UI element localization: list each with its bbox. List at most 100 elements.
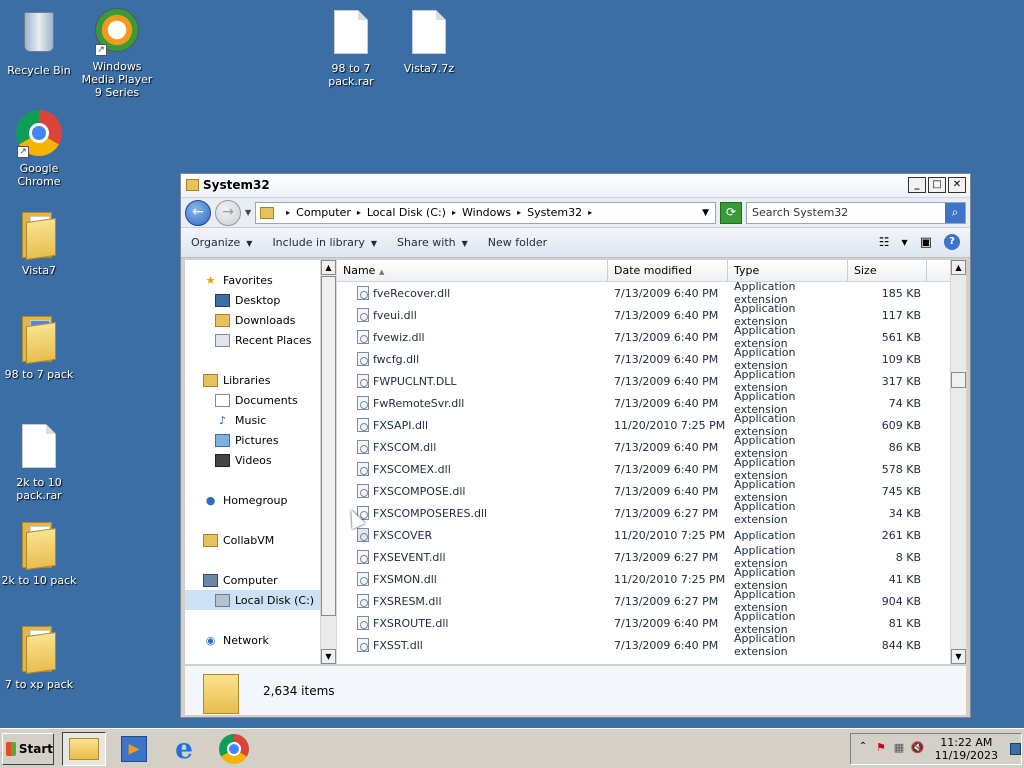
chevron-down-icon[interactable]: ▼	[902, 238, 908, 247]
file-row[interactable]: FWPUCLNT.DLL 7/13/2009 6:40 PM Application…	[337, 368, 966, 394]
scroll-up-icon[interactable]: ▲	[321, 260, 336, 275]
nav-recent-places[interactable]: Recent Places	[185, 330, 336, 350]
action-center-flag-icon[interactable]: ⚑	[875, 741, 887, 757]
chevron-right-icon[interactable]: ▸	[517, 208, 521, 217]
column-size[interactable]: Size	[848, 260, 927, 281]
nav-libraries[interactable]: Libraries	[185, 370, 336, 390]
clock[interactable]: 11:22 AM 11/19/2023	[935, 736, 998, 762]
music-icon: ♪	[218, 413, 227, 427]
nav-music[interactable]: ♪ Music	[185, 410, 336, 430]
file-row[interactable]: fveRecover.dll 7/13/2009 6:40 PM Applicati…	[337, 280, 966, 306]
taskbar-chrome-button[interactable]	[212, 732, 256, 766]
column-type[interactable]: Type	[728, 260, 848, 281]
chevron-right-icon[interactable]: ▸	[357, 208, 361, 217]
nav-homegroup[interactable]: ● Homegroup	[185, 490, 336, 510]
file-row[interactable]: FXSCOMEX.dll 7/13/2009 6:40 PM Application…	[337, 456, 966, 482]
desktop-icon-vista7-folder[interactable]: Vista7	[0, 212, 78, 277]
file-row[interactable]: FXSCOMPOSERES.dll 7/13/2009 6:27 PM Applic…	[337, 500, 966, 526]
scroll-thumb[interactable]	[321, 276, 336, 616]
breadcrumb-computer[interactable]: Computer	[296, 206, 351, 219]
file-row[interactable]: FXSCOM.dll 7/13/2009 6:40 PM Application e…	[337, 434, 966, 460]
desktop-icon-98-to-7-rar[interactable]: 98 to 7 pack.rar	[312, 10, 390, 88]
show-desktop-button[interactable]	[1010, 743, 1021, 755]
close-button[interactable]: ✕	[948, 177, 966, 193]
desktop-icon-recycle-bin[interactable]: Recycle Bin	[0, 8, 78, 77]
scroll-down-icon[interactable]: ▼	[951, 649, 966, 664]
breadcrumb-system32[interactable]: System32	[527, 206, 582, 219]
search-icon[interactable]: ⌕	[945, 202, 965, 223]
volume-muted-icon[interactable]: 🔇	[911, 741, 925, 757]
share-with-button[interactable]: Share with ▼	[397, 236, 468, 249]
network-status-icon[interactable]: ▦	[893, 741, 905, 757]
nav-downloads[interactable]: Downloads	[185, 310, 336, 330]
nav-collabvm[interactable]: CollabVM	[185, 530, 336, 550]
file-row[interactable]: FXSRESM.dll 7/13/2009 6:27 PM Application …	[337, 588, 966, 614]
forward-button[interactable]: →	[215, 199, 241, 226]
show-hidden-icons-icon[interactable]: ⌃	[857, 741, 869, 757]
file-list-pane: Name ▲ Date modified Type Size fveRecove…	[337, 260, 966, 664]
nav-desktop[interactable]: Desktop	[185, 290, 336, 310]
nav-videos[interactable]: Videos	[185, 450, 336, 470]
column-date-modified[interactable]: Date modified	[608, 260, 728, 281]
breadcrumb-windows[interactable]: Windows	[462, 206, 511, 219]
scroll-up-icon[interactable]: ▲	[951, 260, 966, 275]
desktop-icon-2k-to-10-rar[interactable]: 2k to 10 pack.rar	[0, 424, 78, 502]
list-scrollbar[interactable]: ▲ ▼	[950, 260, 966, 664]
file-row[interactable]: FXSMON.dll 11/20/2010 7:25 PM Application …	[337, 566, 966, 592]
file-row[interactable]: FXSCOVER 11/20/2010 7:25 PM Application 261…	[337, 524, 966, 546]
desktop-icon-2k-to-10-folder[interactable]: 2k to 10 pack	[0, 522, 78, 587]
taskbar-internet-explorer-button[interactable]: e	[162, 732, 206, 766]
scroll-down-icon[interactable]: ▼	[321, 649, 336, 664]
desktop-icon-98-to-7-folder[interactable]: 98 to 7 pack	[0, 316, 78, 381]
file-row[interactable]: fvewiz.dll 7/13/2009 6:40 PM Application e…	[337, 324, 966, 350]
desktop-icon-google-chrome[interactable]: ↗ Google Chrome	[0, 110, 78, 188]
organize-button[interactable]: Organize ▼	[191, 236, 252, 249]
view-options-icon[interactable]: ☷	[879, 235, 890, 249]
breadcrumb[interactable]: ▸ Computer ▸ Local Disk (C:) ▸ Windows ▸…	[255, 201, 716, 224]
taskbar-explorer-button[interactable]	[62, 731, 106, 766]
search-input[interactable]: Search System32 ⌕	[746, 201, 966, 224]
breadcrumb-local-disk[interactable]: Local Disk (C:)	[367, 206, 446, 219]
nav-documents[interactable]: Documents	[185, 390, 336, 410]
chevron-right-icon[interactable]: ▸	[452, 208, 456, 217]
start-button[interactable]: Start	[2, 732, 54, 765]
desktop-icon-windows-media-player[interactable]: ↗ Windows Media Player 9 Series	[78, 8, 156, 99]
file-row[interactable]: FXSST.dll 7/13/2009 6:40 PM Application ex…	[337, 632, 966, 658]
file-row[interactable]: FXSAPI.dll 11/20/2010 7:25 PM Application …	[337, 412, 966, 438]
include-in-library-button[interactable]: Include in library ▼	[272, 236, 377, 249]
scroll-thumb[interactable]	[951, 372, 966, 388]
file-size: 86 KB	[888, 440, 921, 454]
address-dropdown-icon[interactable]: ▼	[702, 208, 709, 218]
preview-pane-icon[interactable]: ▣	[920, 235, 932, 250]
back-button[interactable]: ←	[185, 199, 211, 226]
help-icon[interactable]: ?	[944, 234, 960, 250]
nav-label: Music	[235, 413, 267, 427]
nav-network[interactable]: ◉ Network	[185, 630, 336, 650]
nav-favorites[interactable]: ★ Favorites	[185, 270, 336, 290]
file-row[interactable]: fveui.dll 7/13/2009 6:40 PM Application ex…	[337, 302, 966, 328]
chevron-right-icon[interactable]: ▸	[286, 208, 290, 217]
column-name[interactable]: Name ▲	[337, 260, 608, 281]
chevron-right-icon[interactable]: ▸	[588, 208, 592, 217]
new-folder-button[interactable]: New folder	[488, 236, 547, 249]
file-row[interactable]: fwcfg.dll 7/13/2009 6:40 PM Application ex…	[337, 346, 966, 372]
maximize-button[interactable]: □	[928, 177, 946, 193]
minimize-button[interactable]: _	[908, 177, 926, 193]
file-row[interactable]: FXSCOMPOSE.dll 7/13/2009 6:40 PM Applicati…	[337, 478, 966, 504]
nav-scrollbar[interactable]: ▲ ▼	[320, 260, 336, 664]
history-dropdown-icon[interactable]: ▼	[245, 208, 251, 217]
refresh-button[interactable]: ⟳	[720, 201, 742, 224]
taskbar-media-player-button[interactable]: ▶	[112, 732, 156, 766]
file-row[interactable]: FXSEVENT.dll 7/13/2009 6:27 PM Application…	[337, 544, 966, 570]
title-bar[interactable]: System32 _ □ ✕	[181, 174, 970, 198]
shortcut-arrow-icon: ↗	[95, 44, 107, 56]
nav-pictures[interactable]: Pictures	[185, 430, 336, 450]
file-name-cell: fwcfg.dll	[337, 352, 608, 366]
desktop-icon-vista7-7z[interactable]: Vista7.7z	[390, 10, 468, 75]
file-row[interactable]: FwRemoteSvr.dll 7/13/2009 6:40 PM Applicat…	[337, 390, 966, 416]
desktop-icon-7-to-xp-folder[interactable]: 7 to xp pack	[0, 626, 78, 691]
file-row[interactable]: FXSROUTE.dll 7/13/2009 6:40 PM Application…	[337, 610, 966, 636]
nav-local-disk[interactable]: Local Disk (C:)	[185, 590, 336, 610]
file-date: 7/13/2009 6:27 PM	[614, 594, 719, 608]
nav-computer[interactable]: Computer	[185, 570, 336, 590]
